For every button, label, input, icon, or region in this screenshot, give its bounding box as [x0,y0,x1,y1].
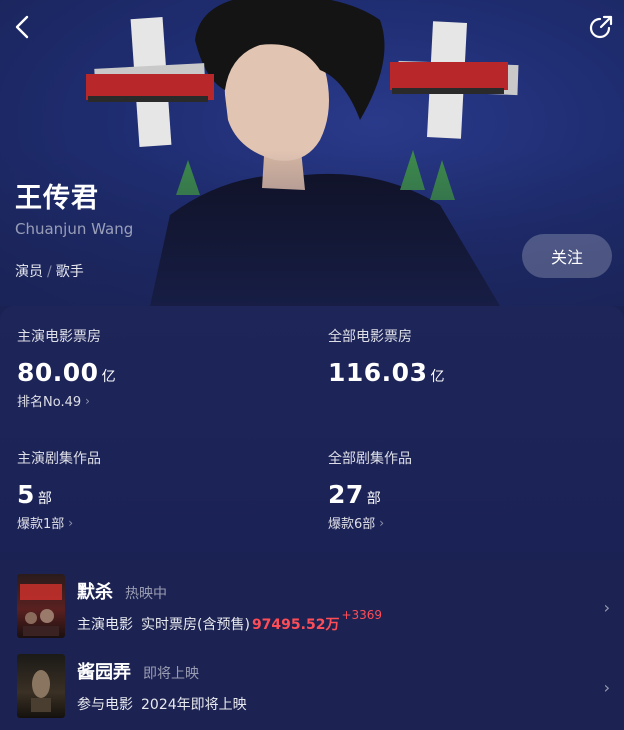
stat-value: 5 部 [17,480,101,509]
stat-value: 116.03 亿 [328,358,444,387]
work-title-row: 酱园弄 即将上映 [77,658,199,684]
stat-label: 全部剧集作品 [328,451,412,467]
role-separator: / [47,264,52,280]
movie-poster [17,654,65,718]
list-item-work[interactable]: 默杀 热映中 主演电影 实时票房(含预售) 97495.52万 +3369 › [0,568,624,650]
work-title: 酱园弄 [77,662,131,683]
artist-roles: 演员 / 歌手 [15,261,84,281]
role-type: 参与电影 [77,697,133,713]
movie-poster [17,574,65,638]
box-office-delta: +3369 [341,608,383,622]
chevron-right-icon: › [379,515,385,530]
hero-banner: 王传君 Chuanjun Wang 演员 / 歌手 关注 [0,0,624,306]
follow-button[interactable]: 关注 [522,234,612,278]
chevron-right-icon: › [68,515,74,530]
poster-art [20,584,62,636]
chevron-left-icon [15,15,29,39]
chevron-right-icon: › [603,598,610,617]
artist-name-cn: 王传君 [15,183,99,214]
stat-unit: 亿 [430,369,445,385]
role-type: 主演电影 [77,617,133,633]
stat-unit: 部 [366,491,381,507]
artist-name-en: Chuanjun Wang [15,220,134,238]
ranking-link[interactable]: 排名No.49 › [17,391,116,411]
works-list: 默杀 热映中 主演电影 实时票房(含预售) 97495.52万 +3369 › … [0,560,624,730]
poster-art [31,670,51,712]
hit-series-link[interactable]: 爆款6部 › [328,513,412,533]
box-office-value: 97495.52万 [251,617,340,633]
work-title-row: 默杀 热映中 [77,578,167,604]
work-status: 即将上映 [143,666,199,682]
work-detail: 主演电影 实时票房(含预售) 97495.52万 +3369 [77,608,382,634]
work-detail: 参与电影 2024年即将上映 [77,694,247,714]
role-label: 歌手 [55,264,84,280]
stats-panel: 主演电影票房 80.00 亿 排名No.49 › 全部电影票房 116.03 亿… [0,306,624,552]
box-office-label: 实时票房(含预售) [141,617,250,633]
stat-label: 主演剧集作品 [17,451,101,467]
stat-total-box-office: 全部电影票房 116.03 亿 [328,326,444,387]
release-info: 2024年即将上映 [141,697,247,713]
hit-series-label: 爆款1部 [17,517,65,532]
stat-label: 全部电影票房 [328,329,412,345]
ranking-label: 排名No.49 [17,395,82,410]
stat-number: 5 [17,480,35,509]
work-status: 热映中 [125,586,167,602]
work-title: 默杀 [77,582,113,603]
stat-number: 116.03 [328,358,428,387]
stat-lead-box-office: 主演电影票房 80.00 亿 排名No.49 › [17,326,116,410]
back-button[interactable] [6,10,40,44]
hit-series-label: 爆款6部 [328,517,376,532]
chevron-right-icon: › [85,393,90,408]
stat-lead-series: 主演剧集作品 5 部 爆款1部 › [17,448,101,532]
stat-label: 主演电影票房 [17,329,101,345]
stat-number: 80.00 [17,358,99,387]
chevron-right-icon: › [603,678,610,697]
stat-value: 27 部 [328,480,412,509]
hit-series-link[interactable]: 爆款1部 › [17,513,101,533]
stat-unit: 亿 [101,369,116,385]
role-label: 演员 [15,264,43,280]
stat-value: 80.00 亿 [17,358,116,387]
share-button[interactable] [584,10,618,44]
stat-total-series: 全部剧集作品 27 部 爆款6部 › [328,448,412,532]
list-item-work[interactable]: 酱园弄 即将上映 参与电影 2024年即将上映 › [0,648,624,730]
share-icon [589,15,613,39]
stat-unit: 部 [37,491,52,507]
stat-number: 27 [328,480,364,509]
